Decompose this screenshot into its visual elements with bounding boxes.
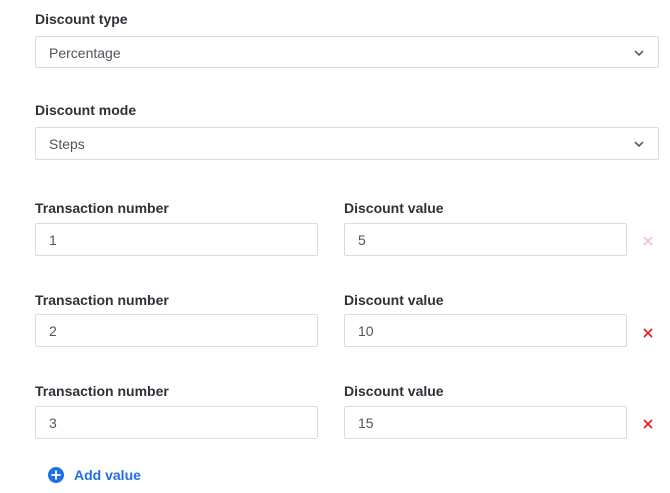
discount-mode-label: Discount mode xyxy=(35,102,137,118)
discount-mode-selected-value: Steps xyxy=(49,136,85,152)
discount-value-label: Discount value xyxy=(344,200,444,216)
chevron-down-icon xyxy=(634,141,644,147)
chevron-down-icon xyxy=(634,50,644,56)
discount-type-select[interactable]: Percentage xyxy=(35,36,659,68)
discount-value-input[interactable] xyxy=(344,314,627,347)
transaction-number-label: Transaction number xyxy=(35,292,169,308)
transaction-number-label: Transaction number xyxy=(35,200,169,216)
add-value-label: Add value xyxy=(74,467,141,483)
transaction-number-input[interactable] xyxy=(35,406,318,439)
remove-step-icon[interactable] xyxy=(641,417,655,431)
transaction-number-input[interactable] xyxy=(35,223,318,256)
remove-step-icon[interactable] xyxy=(641,234,655,248)
discount-value-label: Discount value xyxy=(344,383,444,399)
discount-mode-select[interactable]: Steps xyxy=(35,127,659,160)
discount-type-label: Discount type xyxy=(35,11,128,27)
plus-circle-icon xyxy=(48,467,64,483)
transaction-number-label: Transaction number xyxy=(35,383,169,399)
transaction-number-input[interactable] xyxy=(35,314,318,347)
discount-settings-form: Discount type Percentage Discount mode S… xyxy=(0,0,670,493)
discount-value-label: Discount value xyxy=(344,292,444,308)
add-value-button[interactable]: Add value xyxy=(47,465,141,485)
discount-value-input[interactable] xyxy=(344,223,627,256)
remove-step-icon[interactable] xyxy=(641,326,655,340)
discount-type-selected-value: Percentage xyxy=(49,45,121,61)
discount-value-input[interactable] xyxy=(344,406,627,439)
